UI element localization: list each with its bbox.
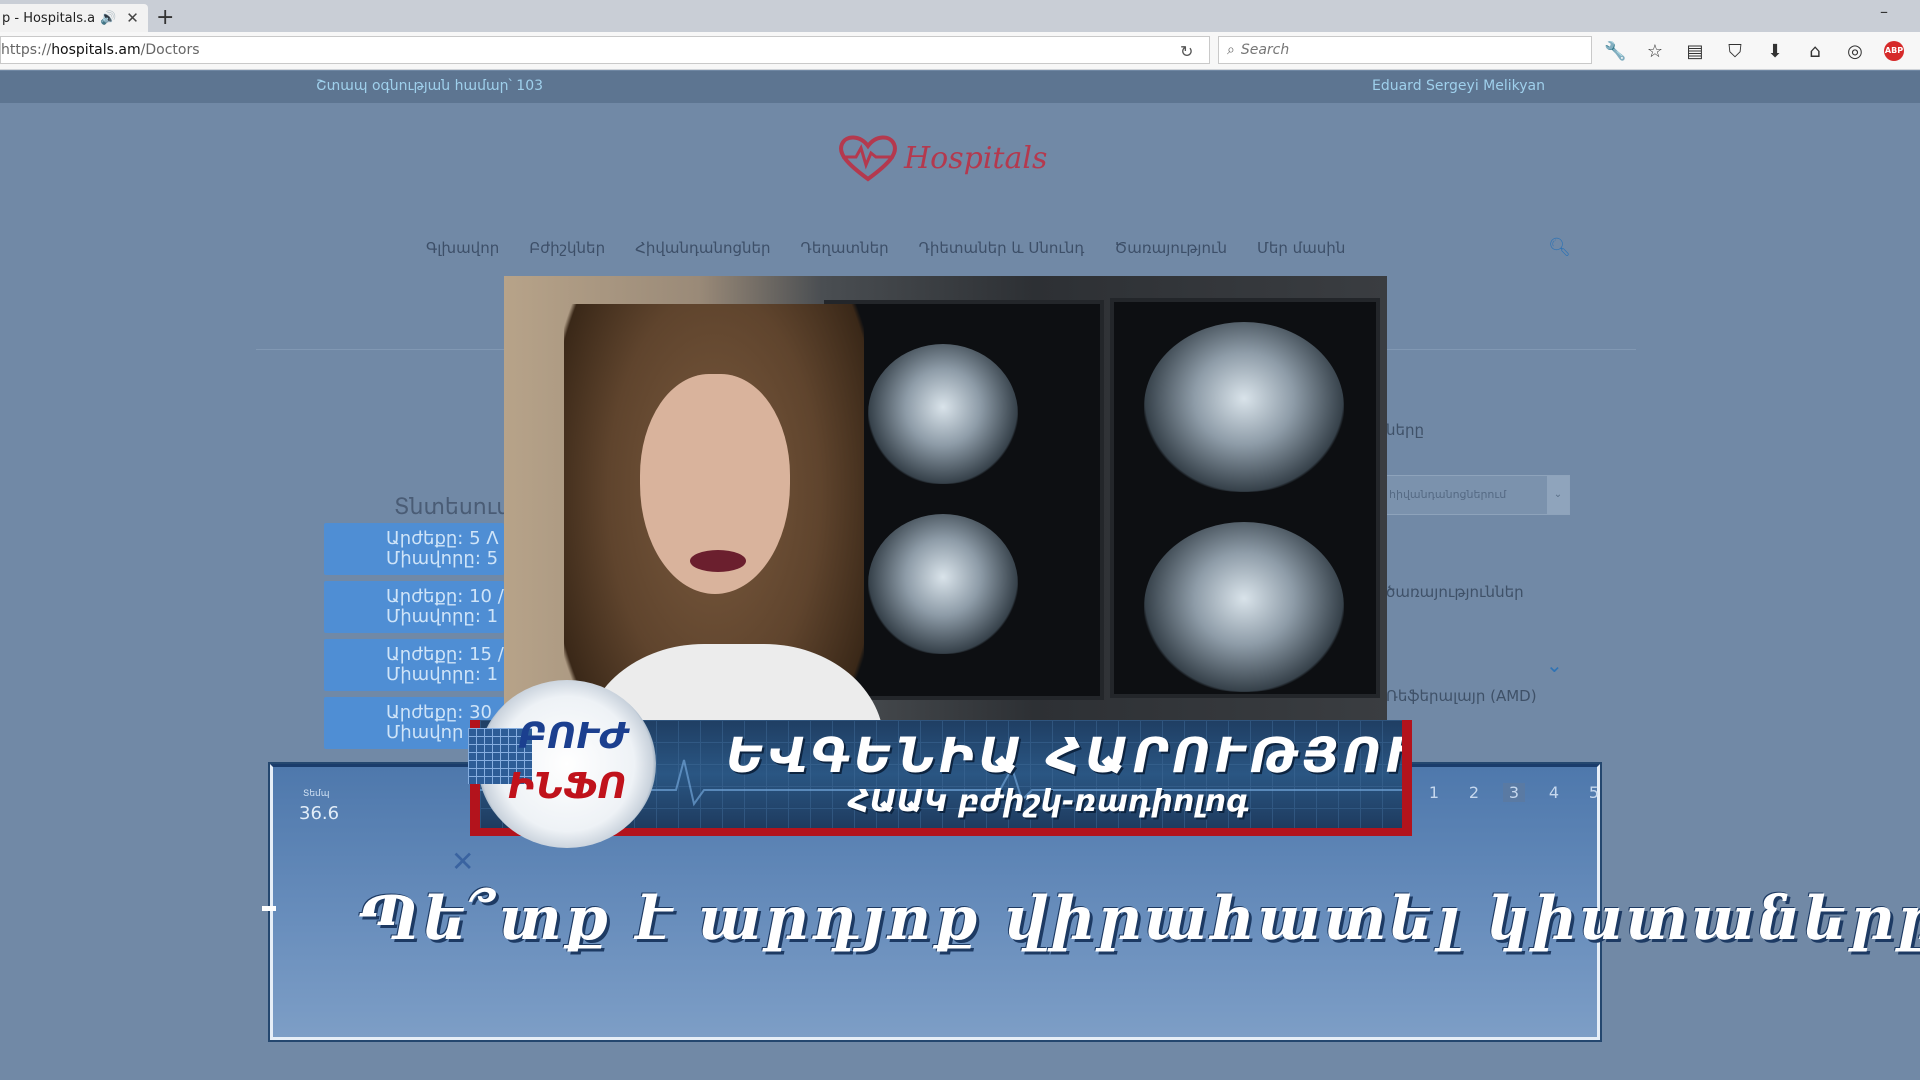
price-card[interactable]: Արժեքը: 10 /Միավորը: 1 xyxy=(324,581,504,633)
speaker-icon[interactable]: 🔊 xyxy=(100,11,116,26)
price-unit: Միավորը: 1 xyxy=(386,606,499,627)
url-host: hospitals.am xyxy=(51,42,141,58)
xray-image xyxy=(1144,522,1344,692)
close-x-icon: ✕ xyxy=(451,845,475,878)
search-placeholder: Search xyxy=(1240,42,1290,58)
chevron-down-icon: ⌄ xyxy=(1547,476,1569,514)
browser-navbar: https://hospitals.am/Doctors ↻ ⌕ Search … xyxy=(0,32,1920,70)
price-value: Արժեքը: 5 Λ xyxy=(386,528,499,549)
menu-item-home[interactable]: Գլխավոր xyxy=(426,239,499,257)
browser-tabstrip: p - Hospitals.am 🔊 ✕ + – xyxy=(0,0,1920,32)
logo-line-2: ԻՆՖՈ xyxy=(508,766,627,807)
menu-item-about[interactable]: Մեր մասին xyxy=(1257,239,1345,257)
pagination: 1 2 3 4 5 xyxy=(1423,783,1605,802)
filter-label: ները xyxy=(1386,421,1425,439)
library-icon[interactable]: ▤ xyxy=(1684,41,1706,62)
page-number[interactable]: 2 xyxy=(1463,783,1485,802)
home-icon[interactable]: ⌂ xyxy=(1804,41,1826,62)
browser-tab[interactable]: p - Hospitals.am 🔊 ✕ xyxy=(0,4,148,32)
hospital-select[interactable]: հիվանդանոցներում ⌄ xyxy=(1380,475,1570,515)
services-label[interactable]: ծառայություններ xyxy=(1386,583,1524,601)
site-topbar: Շտապ օգնության համար՝ 103 Eduard Sergeyi… xyxy=(0,71,1920,103)
main-menu: Գլխավոր Բժիշկներ Հիվանդանոցներ Դեղատներ … xyxy=(426,239,1345,257)
url-path: /Doctors xyxy=(140,42,200,58)
heart-logo-icon xyxy=(839,135,897,182)
url-prefix: https:// xyxy=(1,42,52,58)
price-range-label: Ռեֆերալայր (AMD) xyxy=(1386,687,1537,705)
xray-monitor-right xyxy=(1110,298,1380,698)
price-value: Արժեքը: 15 / xyxy=(386,644,504,665)
xray-image xyxy=(1144,322,1344,492)
page-number[interactable]: 1 xyxy=(1423,783,1445,802)
page-number[interactable]: 4 xyxy=(1543,783,1565,802)
subtitle-text: Պե՞տք է արդյոք վիրահատել կիստաները: xyxy=(358,884,1920,954)
xray-image xyxy=(868,514,1018,654)
tab-title: p - Hospitals.am xyxy=(2,10,94,26)
browser-search-input[interactable]: ⌕ Search xyxy=(1218,36,1592,64)
xray-monitor-left xyxy=(824,300,1104,700)
expand-chevron-icon[interactable]: ⌄ xyxy=(1546,653,1563,677)
search-icon: ⌕ xyxy=(1227,42,1235,58)
buzh-info-logo: ԲՈՒԺ ԻՆՖՈ xyxy=(468,680,656,848)
reload-icon[interactable]: ↻ xyxy=(1180,42,1193,61)
price-card[interactable]: Արժեքը: 5 Λ Միավորը: 5 xyxy=(324,523,504,575)
close-tab-icon[interactable]: ✕ xyxy=(126,9,139,27)
xray-image xyxy=(868,344,1018,484)
wrench-icon[interactable]: 🔧 xyxy=(1604,41,1626,62)
price-unit: Միավորը: 5 xyxy=(386,548,499,569)
price-unit: Միավորը: 1 xyxy=(386,664,499,685)
menu-item-doctors[interactable]: Բժիշկներ xyxy=(529,239,605,257)
user-name[interactable]: Eduard Sergeyi Melikyan xyxy=(1372,78,1545,94)
temperature-label: Տեմպ xyxy=(303,789,330,799)
page-number-current[interactable]: 3 xyxy=(1503,783,1525,802)
subtitle-dash xyxy=(262,906,276,911)
speaker-title: ՀԱԱԿ բժիշկ-ռադիոլոգ xyxy=(848,784,1250,819)
page-number[interactable]: 5 xyxy=(1583,783,1605,802)
hospitals-logo[interactable]: Hospitals xyxy=(836,133,1047,183)
address-bar[interactable]: https://hospitals.am/Doctors xyxy=(0,36,1210,64)
logo-line-1: ԲՈՒԺ xyxy=(518,716,629,757)
menu-item-pharmacies[interactable]: Դեղատներ xyxy=(801,239,889,257)
section-title: Տնտեսում xyxy=(394,495,511,520)
pocket-icon[interactable]: ⛉ xyxy=(1724,41,1746,62)
new-tab-icon[interactable]: + xyxy=(156,5,174,30)
site-search-icon[interactable]: 🔍︎ xyxy=(1548,237,1571,258)
speaker-name: ԵՎԳԵՆԻԱ ՀԱՐՈՒԹՅՈՒՆՅԱՆ xyxy=(726,728,1402,784)
logo-text: Hospitals xyxy=(904,140,1048,176)
extension-icon[interactable]: ◎ xyxy=(1844,41,1866,62)
browser-toolbar: 🔧 ☆ ▤ ⛉ ⬇ ⌂ ◎ ABP xyxy=(1604,38,1904,64)
hospital-select-value: հիվանդանոցներում xyxy=(1389,488,1507,501)
price-card[interactable]: Արժեքը: 15 /Միավորը: 1 xyxy=(324,639,504,691)
menu-item-hospitals[interactable]: Հիվանդանոցներ xyxy=(635,239,770,257)
download-icon[interactable]: ⬇ xyxy=(1764,41,1786,62)
price-value: Արժեքը: 10 / xyxy=(386,586,504,607)
bookmark-star-icon[interactable]: ☆ xyxy=(1644,41,1666,62)
emergency-number[interactable]: Շտապ օգնության համար՝ 103 xyxy=(316,78,543,94)
adblock-icon[interactable]: ABP xyxy=(1884,41,1904,61)
minimize-icon[interactable]: – xyxy=(1880,2,1888,21)
menu-item-services[interactable]: Ծառայություն xyxy=(1114,239,1227,257)
temperature-value: 36.6 xyxy=(299,803,340,824)
menu-item-diets[interactable]: Դիետաներ և Սնունդ xyxy=(919,239,1085,257)
